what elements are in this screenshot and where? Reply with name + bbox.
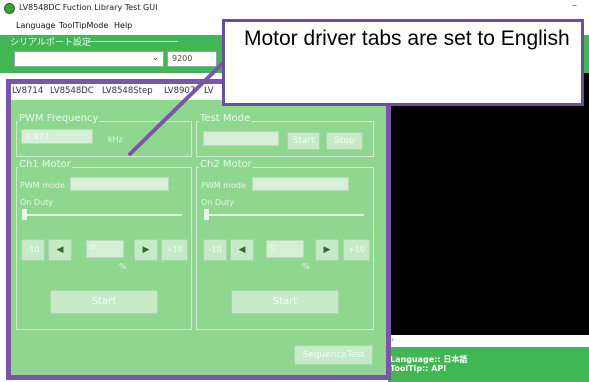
menu-tooltipmode[interactable]: ToolTipMode	[59, 21, 108, 30]
log-output-area[interactable]	[388, 73, 589, 335]
divider	[88, 41, 178, 42]
minimize-button[interactable]: –	[572, 0, 577, 11]
serial-settings-label: シリアルポート設定	[10, 38, 91, 48]
window-title: LV8548DC Fuction Library Test GUI	[19, 3, 158, 12]
horizontal-scrollbar[interactable]	[388, 335, 589, 347]
app-icon	[4, 3, 15, 14]
menu-language[interactable]: Language	[16, 21, 55, 30]
menu-help[interactable]: Help	[114, 21, 132, 30]
tooltip-status: ToolTip:: API	[390, 364, 447, 373]
callout-text: Motor driver tabs are set to English	[244, 27, 570, 50]
scroll-left-icon[interactable]: ‹	[391, 335, 394, 344]
callout-arrow	[128, 62, 224, 156]
